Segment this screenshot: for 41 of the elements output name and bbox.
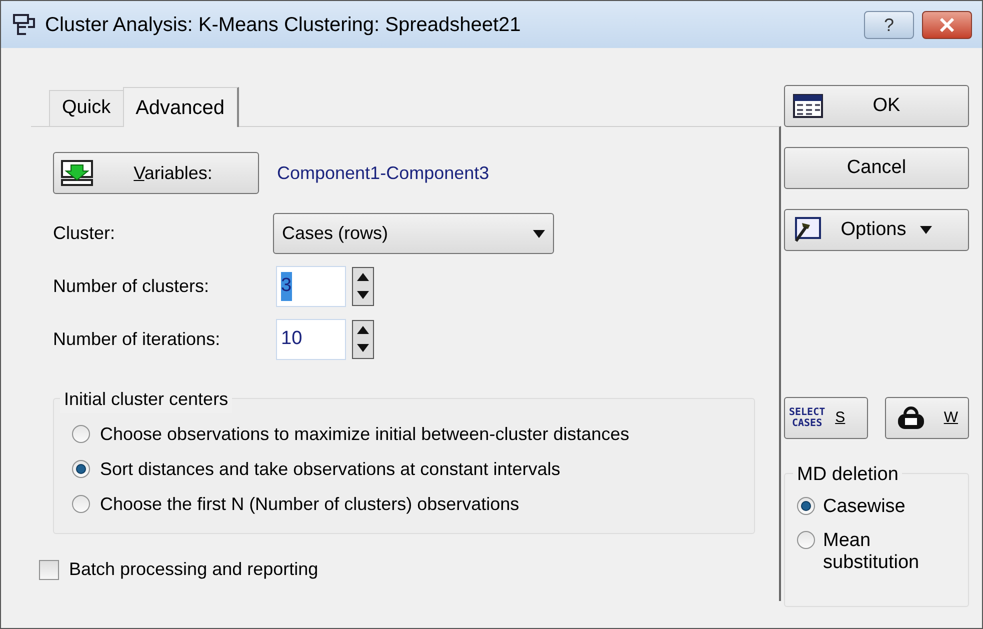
radio-button[interactable] [797, 497, 815, 515]
spinner-label: Number of clusters: [53, 275, 210, 298]
weight-icon [896, 406, 926, 430]
cancel-button[interactable]: Cancel [784, 147, 969, 189]
number-field[interactable]: 3 [276, 266, 346, 307]
variables-button[interactable]: Variables: [53, 152, 259, 194]
tab[interactable]: Quick [49, 90, 123, 126]
radio-label: Sort distances and take observations at constant intervals [100, 458, 560, 480]
select-cases-icon: SELECT CASES [789, 407, 826, 429]
cluster-label: Cluster: [53, 222, 116, 245]
radio-label: Mean substitution [823, 530, 920, 574]
number-field[interactable]: 10 [276, 319, 346, 360]
radio-label: Choose observations to maximize initial between-cluster distances [100, 422, 630, 446]
spin-buttons[interactable] [352, 320, 374, 359]
field-value: 10 [281, 327, 302, 352]
radio-label: Choose the first N (Number of clusters) observations [100, 492, 520, 516]
radio-button[interactable] [72, 460, 90, 478]
radio-button[interactable] [72, 495, 90, 513]
caret-icon [920, 226, 932, 234]
caret-icon [533, 230, 545, 238]
table-icon [793, 94, 823, 118]
checkbox-label: Batch processing and reporting [69, 558, 318, 581]
window-title: Cluster Analysis: K-Means Clustering: Spreadsheet21 [45, 12, 521, 38]
help-button[interactable]: ? [864, 10, 914, 38]
spin-buttons[interactable] [352, 267, 374, 306]
field-value: 3 [281, 272, 292, 301]
variables-value: Component1-Component3 [277, 162, 490, 185]
download-icon [60, 159, 94, 187]
radio-button[interactable] [72, 425, 90, 443]
ok-button[interactable]: OK [784, 85, 969, 127]
checkbox[interactable] [39, 560, 59, 580]
spinner-label: Number of iterations: [53, 328, 222, 351]
close-icon [939, 18, 955, 32]
radio-button[interactable] [797, 531, 815, 549]
cluster-dropdown[interactable]: Cases (rows) [273, 213, 554, 254]
app-icon [11, 12, 37, 38]
tab[interactable]: Advanced [122, 87, 239, 127]
options-button[interactable]: Options [784, 209, 969, 251]
close-button[interactable] [922, 10, 972, 38]
radio-label: Casewise [823, 496, 906, 518]
weights-button[interactable]: W [885, 397, 969, 439]
